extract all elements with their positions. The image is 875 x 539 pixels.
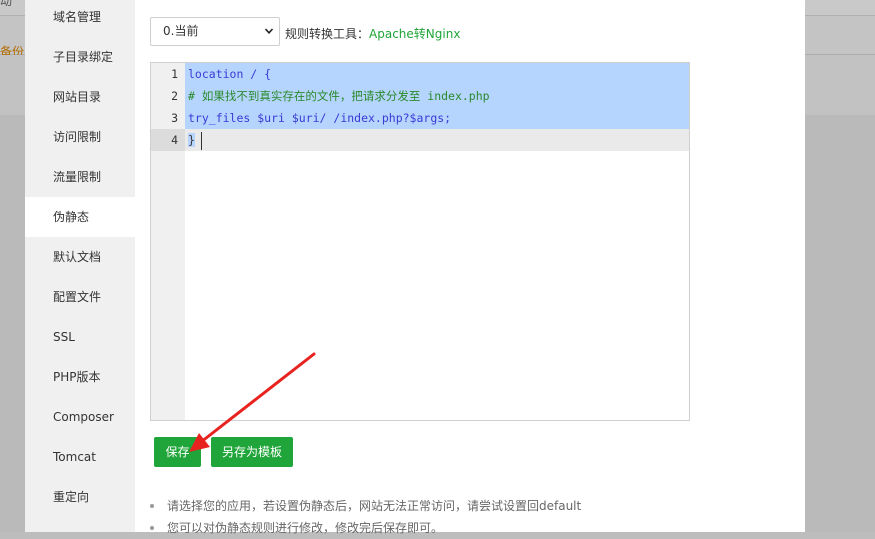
rewrite-code-editor[interactable]: 1 2 3 4 location / { # 如果找不到真实存在的文件，把请求分… (150, 62, 690, 421)
sidebar-item-subdirectory[interactable]: 子目录绑定 (25, 37, 135, 77)
save-as-template-button[interactable]: 另存为模板 (211, 437, 293, 467)
rewrite-version-select[interactable]: 0.当前 (150, 17, 280, 46)
sidebar-item-traffic-limit[interactable]: 流量限制 (25, 157, 135, 197)
code-line[interactable]: try_files $uri $uri/ /index.php?$args; (185, 107, 689, 129)
apache-to-nginx-link[interactable]: Apache转Nginx (369, 27, 460, 41)
code-line-text: # 如果找不到真实存在的文件，把请求分发至 index.php (188, 89, 490, 103)
sidebar-item-php-version[interactable]: PHP版本 (25, 357, 135, 397)
code-line-text: location / { (188, 67, 272, 81)
line-number: 3 (171, 111, 178, 125)
sidebar-item-domain[interactable]: 域名管理 (25, 0, 135, 37)
line-number: 1 (171, 67, 178, 81)
sidebar-item-config-file[interactable]: 配置文件 (25, 277, 135, 317)
rule-converter-label: 规则转换工具：Apache转Nginx (285, 25, 460, 42)
editor-gutter: 1 2 3 4 (151, 63, 185, 420)
code-line-text: } (188, 133, 195, 147)
tip-item: 请选择您的应用，若设置伪静态后，网站无法正常访问，请尝试设置回default (150, 495, 581, 517)
settings-sidebar: 域名管理 子目录绑定 网站目录 访问限制 流量限制 伪静态 默认文档 配置文件 … (25, 0, 135, 532)
code-line[interactable]: location / { (185, 63, 689, 85)
line-number: 4 (151, 129, 185, 151)
sidebar-item-tomcat[interactable]: Tomcat (25, 437, 135, 477)
site-settings-dialog: 域名管理 子目录绑定 网站目录 访问限制 流量限制 伪静态 默认文档 配置文件 … (25, 0, 805, 535)
help-tips: 请选择您的应用，若设置伪静态后，网站无法正常访问，请尝试设置回default 您… (150, 495, 581, 539)
sidebar-item-site-directory[interactable]: 网站目录 (25, 77, 135, 117)
text-cursor (200, 131, 202, 150)
sidebar-item-rewrite[interactable]: 伪静态 (25, 197, 135, 237)
background-top-text: 动 (0, 0, 13, 8)
code-line[interactable]: } (185, 129, 689, 151)
sidebar-item-ssl[interactable]: SSL (25, 317, 135, 357)
rewrite-version-value: 0.当前 (163, 24, 199, 38)
code-line[interactable]: # 如果找不到真实存在的文件，把请求分发至 index.php (185, 85, 689, 107)
sidebar-item-access-limit[interactable]: 访问限制 (25, 117, 135, 157)
rewrite-panel: 0.当前 规则转换工具：Apache转Nginx 1 2 3 4 locatio… (135, 0, 805, 535)
line-number: 2 (171, 89, 178, 103)
tip-item: 您可以对伪静态规则进行修改，修改完后保存即可。 (150, 517, 581, 539)
code-line-text: try_files $uri $uri/ /index.php?$args; (188, 111, 452, 125)
save-button[interactable]: 保存 (154, 437, 201, 467)
sidebar-item-redirect[interactable]: 重定向 (25, 477, 135, 517)
sidebar-item-composer[interactable]: Composer (25, 397, 135, 437)
chevron-down-icon (265, 28, 273, 34)
sidebar-item-default-document[interactable]: 默认文档 (25, 237, 135, 277)
rule-converter-text: 规则转换工具： (285, 27, 370, 41)
